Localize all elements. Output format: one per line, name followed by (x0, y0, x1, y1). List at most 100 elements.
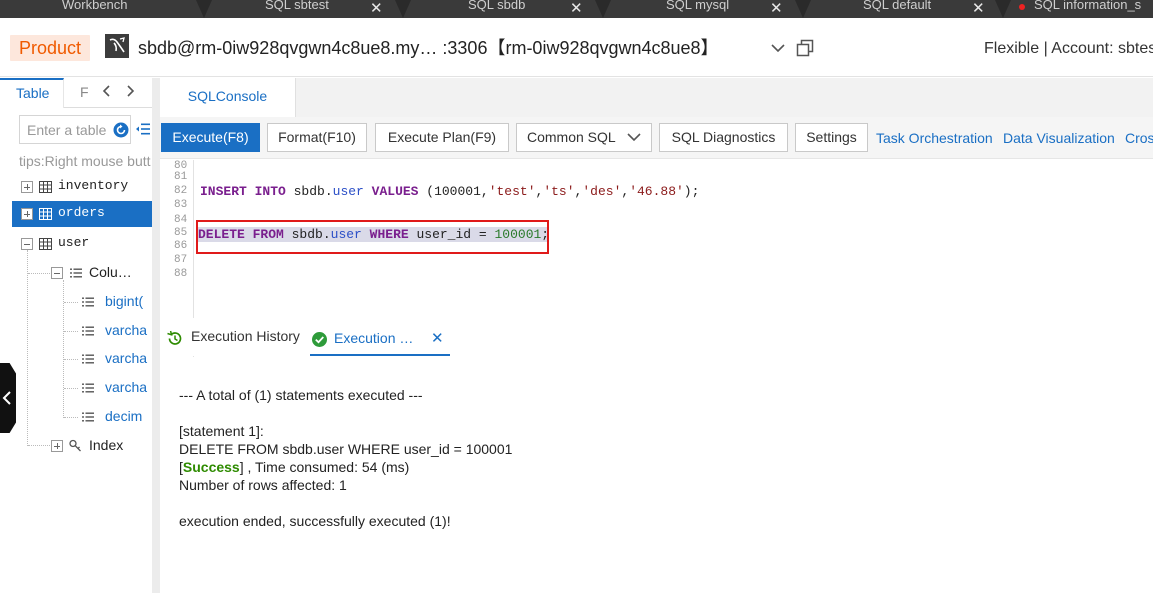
tab-table[interactable]: Table (0, 78, 64, 108)
close-icon[interactable]: ✕ (770, 1, 783, 16)
connection-title: sbdb@rm-0iw928qvgwn4c8ue8.my… :3306【rm-0… (138, 38, 719, 58)
window-tab-label: SQL sbdb (468, 0, 526, 12)
table-icon (39, 208, 52, 220)
line-number: 81 (174, 171, 188, 183)
window-tab-label: Workbench (62, 0, 128, 12)
window-tab-workbench[interactable]: Workbench (62, 0, 202, 18)
success-label: Success (182, 459, 240, 475)
product-button[interactable]: Product (10, 35, 91, 61)
table-name: orders (58, 205, 105, 220)
tab-second[interactable]: F (80, 84, 89, 100)
result-tab-bar: Execution History Execution … ✕ (160, 318, 1153, 356)
line-number: 82 (174, 185, 188, 197)
tree-item-column[interactable]: varcha (0, 375, 152, 401)
connection-header: Product sbdb@rm-0iw928qvgwn4c8ue8.my… :3… (0, 18, 1153, 77)
settings-button[interactable]: Settings (795, 123, 868, 152)
history-icon (167, 330, 182, 345)
panel-splitter[interactable] (152, 78, 160, 593)
tree-item-column[interactable]: varcha (0, 318, 152, 344)
chevron-right-icon[interactable] (123, 84, 137, 98)
window-tab-strip: Workbench SQL sbtest ✕ SQL sbdb ✕ SQL my… (0, 0, 1153, 18)
line-number: 87 (174, 254, 188, 266)
cross-link[interactable]: Cros (1125, 130, 1153, 146)
chevron-left-icon (2, 391, 11, 405)
execution-ended: execution ended, successfully executed (… (179, 513, 451, 529)
insert-statement: INSERT INTO sbdb.user VALUES (100001,'te… (200, 184, 700, 199)
line-number: 83 (174, 199, 188, 211)
tab-sqlconsole[interactable]: SQLConsole (160, 78, 296, 117)
window-tab-sql-sbdb[interactable]: SQL sbdb ✕ (410, 0, 600, 18)
sql-diagnostics-button[interactable]: SQL Diagnostics (659, 123, 788, 152)
column-type: varcha (105, 322, 148, 338)
console-tab-bar: SQLConsole (160, 78, 1153, 117)
refresh-icon[interactable] (113, 122, 129, 138)
statement-label: [statement 1]: (179, 423, 264, 439)
tree-item-user[interactable]: user (0, 231, 152, 257)
collapse-list-icon[interactable] (135, 122, 151, 136)
window-tab-sql-information-schema[interactable]: SQL information_s (1010, 0, 1153, 18)
tips-text: tips:Right mouse butt (19, 153, 151, 169)
chevron-left-icon[interactable] (100, 84, 114, 98)
result-summary: --- A total of (1) statements executed -… (179, 387, 423, 403)
new-window-icon[interactable] (795, 38, 815, 58)
panel-toggle-handle[interactable] (0, 363, 16, 433)
common-sql-dropdown[interactable]: Common SQL (516, 123, 652, 152)
table-name: inventory (58, 178, 129, 193)
window-tab-sql-mysql[interactable]: SQL mysql ✕ (610, 0, 800, 18)
column-type: varcha (105, 379, 148, 395)
list-icon (82, 326, 94, 336)
table-icon (39, 238, 52, 250)
statement-sql: DELETE FROM sbdb.user WHERE user_id = 10… (179, 441, 513, 457)
list-icon (82, 412, 94, 422)
close-icon[interactable]: ✕ (570, 1, 583, 16)
task-orchestration-link[interactable]: Task Orchestration (876, 130, 993, 146)
column-type: bigint( (105, 293, 144, 309)
success-check-icon (312, 332, 327, 347)
close-icon[interactable]: ✕ (972, 1, 985, 16)
window-tab-sql-sbtest[interactable]: SQL sbtest ✕ (210, 0, 400, 18)
data-visualization-link[interactable]: Data Visualization (1003, 130, 1115, 146)
tree-item-column[interactable]: bigint( (0, 289, 152, 315)
table-search-input[interactable] (27, 121, 111, 139)
chevron-down-icon[interactable] (770, 40, 786, 56)
line-number: 88 (174, 268, 188, 280)
close-icon[interactable]: ✕ (370, 1, 383, 16)
column-type: decim (105, 408, 143, 424)
chevron-down-icon (627, 133, 641, 142)
tab-execution-result[interactable]: Execution … ✕ (310, 318, 450, 356)
expand-icon[interactable] (51, 440, 63, 452)
execute-plan-button[interactable]: Execute Plan(F9) (375, 123, 509, 152)
line-number: 86 (174, 240, 188, 252)
collapse-icon[interactable] (51, 267, 63, 279)
left-panel: Table F tips:Right mouse butt inventory (0, 78, 152, 593)
window-tab-label: SQL information_s (1034, 0, 1142, 12)
tree-item-orders[interactable]: orders (12, 201, 152, 227)
table-search-box (19, 115, 131, 144)
column-type: varcha (105, 350, 148, 366)
tree-item-inventory[interactable]: inventory (0, 174, 152, 200)
expand-icon[interactable] (21, 181, 33, 193)
rows-affected: Number of rows affected: 1 (179, 477, 347, 493)
execute-button[interactable]: Execute(F8) (161, 123, 260, 152)
unsaved-dot-icon (1019, 4, 1025, 10)
format-button[interactable]: Format(F10) (267, 123, 367, 152)
tree-item-index[interactable]: Index (0, 433, 152, 459)
tab-label: Execution … (334, 330, 414, 346)
window-tab-label: SQL sbtest (265, 0, 329, 12)
key-icon (69, 439, 81, 452)
tree-item-columns[interactable]: Colu… (0, 260, 152, 286)
tree-item-column[interactable]: varcha (0, 346, 152, 372)
list-icon (82, 354, 94, 364)
sql-console-area: SQLConsole Execute(F8) Format(F10) Execu… (160, 78, 1153, 593)
tree-item-column[interactable]: decim (0, 404, 152, 430)
window-tab-label: SQL default (863, 0, 932, 12)
list-icon (82, 383, 94, 393)
tab-label: Execution History (191, 328, 300, 344)
collapse-icon[interactable] (21, 238, 33, 250)
mode-account-info: Flexible | Account: sbtes (984, 40, 1153, 57)
columns-node-label: Colu… (89, 264, 132, 280)
expand-icon[interactable] (21, 208, 33, 220)
line-number: 84 (174, 214, 188, 226)
window-tab-sql-default[interactable]: SQL default ✕ (810, 0, 1000, 18)
close-icon[interactable]: ✕ (431, 329, 444, 347)
